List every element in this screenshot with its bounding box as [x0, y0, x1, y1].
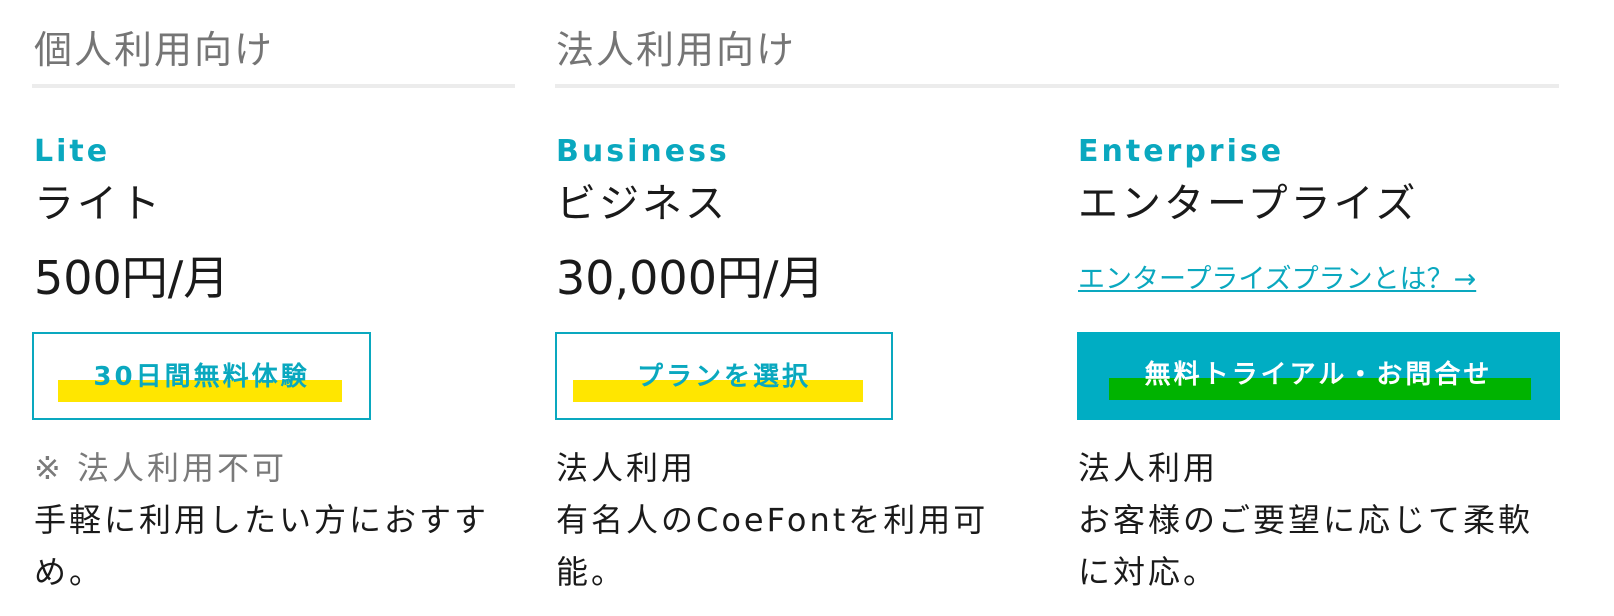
- plan-enterprise-name-en: Enterprise: [1078, 134, 1285, 169]
- enterprise-button-label: 無料トライアル・お問合せ: [1144, 360, 1493, 390]
- personal-section-divider: [32, 84, 515, 88]
- personal-section-title: 個人利用向け: [34, 28, 275, 72]
- plan-business: Business ビジネス 30,000円/月: [556, 130, 824, 310]
- plan-business-price: 30,000円/月: [556, 251, 825, 305]
- corporate-section-title: 法人利用向け: [556, 28, 797, 72]
- business-button-label: プランを選択: [636, 362, 811, 392]
- enterprise-trial-contact-button[interactable]: 無料トライアル・お問合せ: [1077, 332, 1560, 420]
- plan-lite-note: ※ 法人利用不可: [34, 449, 287, 487]
- plan-enterprise-name-ja: エンタープライズ: [1078, 181, 1419, 227]
- plan-enterprise-description-text: お客様のご要望に応じて柔軟に対応。: [1078, 501, 1534, 591]
- plan-business-description-text: 有名人のCoeFontを利用可能。: [556, 501, 989, 591]
- plan-lite-name-en: Lite: [34, 134, 111, 169]
- plan-business-note: 法人利用: [556, 449, 697, 487]
- plan-enterprise-note: 法人利用: [1078, 449, 1219, 487]
- lite-free-trial-button[interactable]: 30日間無料体験: [32, 332, 371, 420]
- enterprise-plan-info-link[interactable]: エンタープライズプランとは？→: [1078, 260, 1476, 300]
- plan-lite: Lite ライト 500円/月: [34, 130, 229, 310]
- plan-enterprise-description: 法人利用 お客様のご要望に応じて柔軟に対応。: [1078, 442, 1558, 598]
- corporate-section-divider: [555, 84, 1559, 88]
- plan-lite-description: ※ 法人利用不可 手軽に利用したい方におすすめ。: [34, 442, 504, 598]
- lite-button-label: 30日間無料体験: [93, 362, 310, 392]
- plan-business-name-en: Business: [556, 134, 730, 169]
- plan-business-description: 法人利用 有名人のCoeFontを利用可能。: [556, 442, 1036, 598]
- plan-enterprise: Enterprise エンタープライズ エンタープライズプランとは？→: [1078, 130, 1476, 314]
- plan-lite-name-ja: ライト: [34, 181, 163, 227]
- plan-business-name-ja: ビジネス: [556, 181, 728, 227]
- plan-lite-description-text: 手軽に利用したい方におすすめ。: [34, 501, 490, 591]
- plan-lite-price: 500円/月: [34, 251, 230, 305]
- business-select-plan-button[interactable]: プランを選択: [555, 332, 893, 420]
